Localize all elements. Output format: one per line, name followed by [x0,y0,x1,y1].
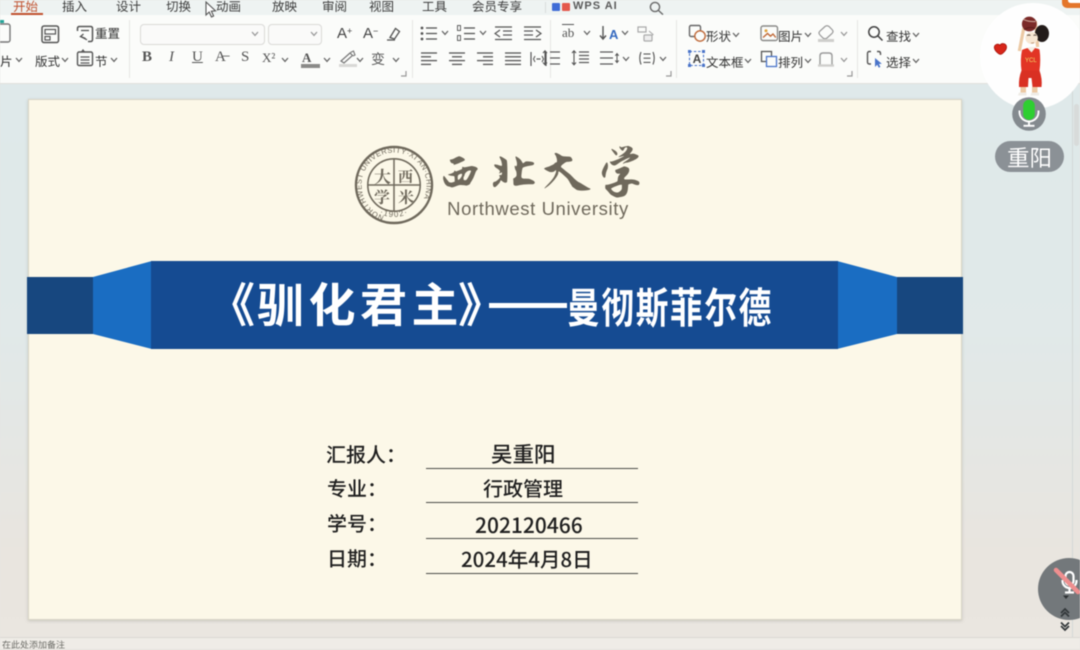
svg-text:A: A [609,27,619,42]
svg-text:A: A [693,52,702,66]
svg-text:YCL: YCL [1025,58,1037,64]
